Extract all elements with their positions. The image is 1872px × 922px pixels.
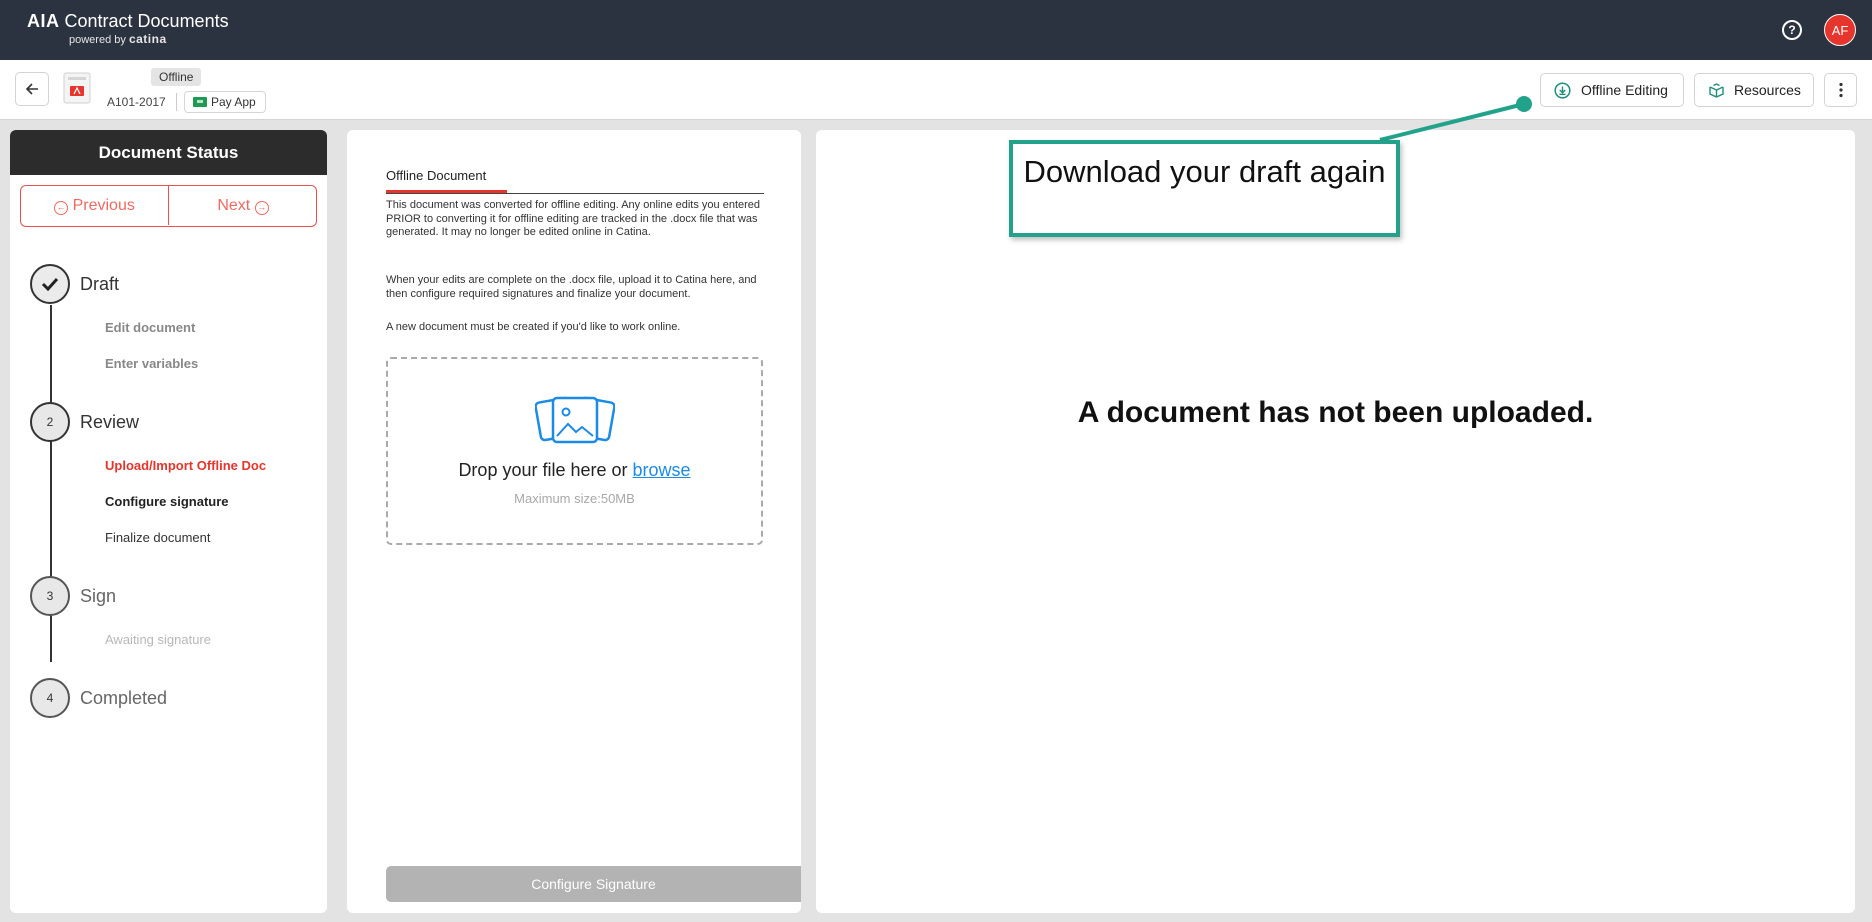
annotation-callout: Download your draft again [1009, 140, 1400, 237]
offline-info-paragraph-3: A new document must be created if you'd … [386, 321, 681, 333]
substep-awaiting-signature: Awaiting signature [105, 632, 211, 647]
step-title-draft[interactable]: Draft [80, 274, 119, 295]
brand-logo[interactable]: AIA Contract Documents powered by catina [27, 11, 229, 47]
step-navigation: ← Previous Next → [20, 185, 317, 227]
book-open-icon [1709, 83, 1724, 98]
document-header: Offline A101-2017 Pay App Offline Editin… [0, 60, 1872, 120]
step-title-review[interactable]: Review [80, 412, 139, 433]
offline-info-paragraph-2: When your edits are complete on the .doc… [386, 274, 757, 300]
pay-app-chip[interactable]: Pay App [184, 91, 266, 113]
browse-link[interactable]: browse [633, 460, 691, 480]
checkmark-icon [41, 277, 59, 292]
tab-offline-document[interactable]: Offline Document [386, 168, 486, 183]
document-preview-panel: A document has not been uploaded. [816, 130, 1855, 913]
back-button[interactable] [15, 72, 49, 106]
next-button[interactable]: Next → [169, 186, 317, 225]
user-avatar[interactable]: AF [1824, 14, 1856, 46]
kebab-menu-icon [1839, 82, 1843, 98]
tab-divider [386, 193, 764, 194]
configure-signature-button[interactable]: Configure Signature [386, 866, 801, 902]
document-status-title: Document Status [10, 130, 327, 175]
flag-icon [193, 97, 207, 107]
arrow-right-circle-icon: → [254, 201, 269, 215]
resources-button[interactable]: Resources [1694, 73, 1814, 107]
document-type-icon [63, 72, 91, 104]
offline-info-paragraph-1: This document was converted for offline … [386, 199, 761, 238]
substep-configure-signature[interactable]: Configure signature [105, 494, 229, 509]
previous-button[interactable]: ← Previous [21, 186, 169, 225]
step-sign-number: 3 [30, 576, 70, 616]
more-options-button[interactable] [1824, 73, 1857, 107]
step-title-sign[interactable]: Sign [80, 586, 116, 607]
substep-upload-offline-doc[interactable]: Upload/Import Offline Doc [105, 458, 266, 473]
arrow-left-icon [25, 83, 38, 95]
images-upload-icon [535, 396, 615, 444]
download-circle-icon [1554, 82, 1571, 99]
brand-title: AIA Contract Documents [27, 11, 229, 31]
offline-status-badge: Offline [151, 68, 202, 86]
header-divider [176, 93, 177, 111]
dropzone-text: Drop your file here or browse [458, 460, 691, 480]
offline-document-panel: Offline Document This document was conve… [347, 130, 801, 913]
step-completed-number: 4 [30, 678, 70, 718]
document-status-panel: Document Status ← Previous Next → [10, 130, 327, 913]
offline-editing-button[interactable]: Offline Editing [1540, 73, 1684, 107]
document-code: A101-2017 [107, 95, 166, 109]
substep-enter-variables[interactable]: Enter variables [105, 356, 198, 371]
substep-edit-document[interactable]: Edit document [105, 320, 195, 335]
step-review-number: 2 [30, 402, 70, 442]
substep-finalize-document[interactable]: Finalize document [105, 530, 211, 545]
help-icon[interactable]: ? [1782, 20, 1802, 40]
brand-powered-by: powered by catina [69, 32, 167, 47]
file-dropzone[interactable]: Drop your file here or browse Maximum si… [386, 357, 763, 545]
step-title-completed[interactable]: Completed [80, 688, 167, 709]
max-size-note: Maximum size:50MB [514, 491, 635, 506]
empty-document-message: A document has not been uploaded. [1077, 396, 1594, 429]
arrow-left-circle-icon: ← [54, 201, 69, 215]
top-bar: AIA Contract Documents powered by catina… [0, 0, 1872, 60]
step-draft-check-icon [30, 264, 70, 304]
